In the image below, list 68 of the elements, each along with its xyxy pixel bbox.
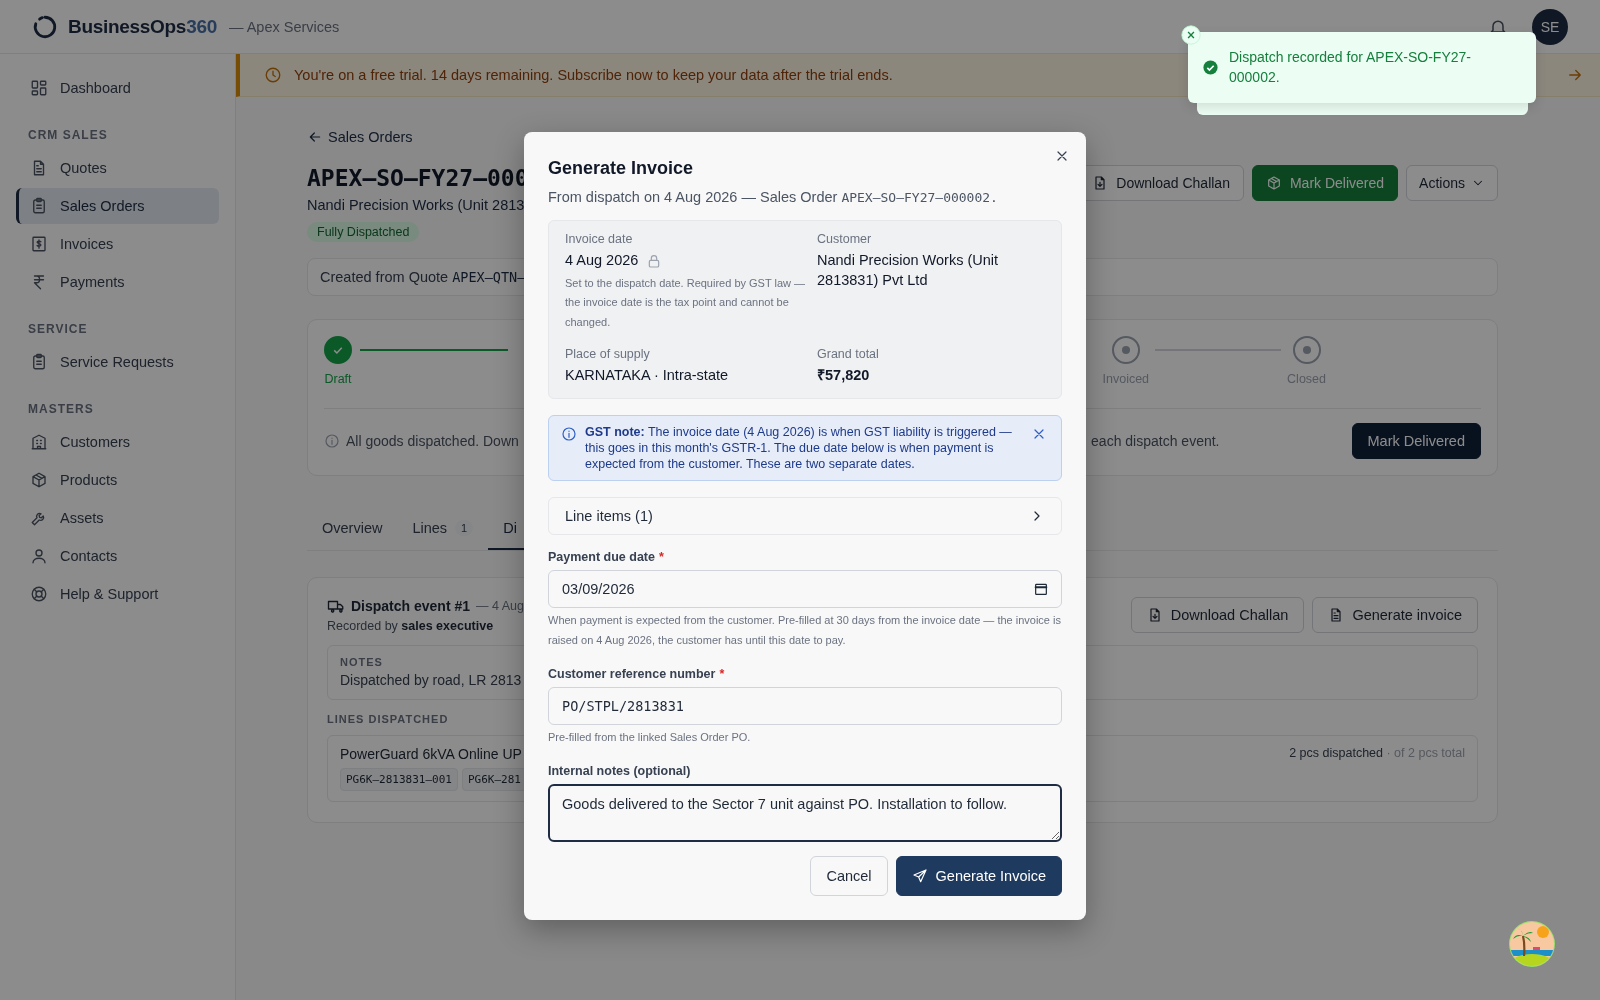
notes-label: NOTES (340, 656, 384, 668)
dispatch-action-button[interactable]: Download Challan (1130, 597, 1305, 633)
product-name: PowerGuard 6kVA Online UP (340, 746, 523, 762)
summary-value: 4 Aug 2026 (565, 251, 639, 270)
field-help: Pre-filled from the linked Sales Order PO. (548, 729, 752, 745)
summary-label: Customer (817, 232, 873, 246)
organization-name: — Apex Services (228, 18, 340, 35)
summary-value: Nandi Precision Works (Unit 2813831) Pvt Ltd (817, 251, 1000, 290)
summary-value: KARNATAKA · Intra-state (565, 365, 729, 385)
field-label: Internal notes (optional) (548, 763, 692, 778)
section-heading: CRM SALES (27, 127, 109, 144)
line-items-toggle[interactable]: Line items (1) (548, 497, 1062, 536)
notes-text: Dispatched by road, LR 2813 (340, 672, 522, 688)
toast-message: Dispatch recorded for APEX-SO-FY27-000002. (1229, 47, 1472, 87)
dispatch-date: — 4 Aug (476, 599, 524, 613)
required-mark: * (719, 666, 725, 681)
status-badge: Fully Dispatched (307, 222, 420, 242)
field-label: Payment due date * (548, 550, 665, 565)
serial-chip: PG6K–2813831–001 (340, 768, 458, 791)
sidebar-item[interactable]: Service Requests (16, 344, 219, 380)
lines-label: LINES DISPATCHED (327, 713, 450, 725)
dialog-title: Generate Invoice (548, 158, 695, 179)
source-quote-text: Created from Quote APEX–QTN– (320, 269, 526, 285)
brand-name: BusinessOps360 (68, 15, 217, 38)
tab[interactable]: Lines 1 (397, 510, 489, 550)
gst-note: GST note: The invoice date (4 Aug 2026) is when GST liability is triggered — this goes in this month's GSTR-1. The due date below is when payment is expected from the customer. These are two separate dates. (585, 423, 1013, 473)
summary-label: Place of supply (565, 346, 651, 361)
recorded-by: Recorded by sales executive (327, 619, 495, 633)
summary-label: Invoice date (565, 232, 634, 246)
sidebar-item[interactable]: Sales Orders (16, 188, 219, 224)
required-mark: * (659, 550, 664, 565)
order-number: APEX–SO–FY27–000 (307, 165, 529, 191)
summary-label: Grand total (817, 346, 880, 361)
tab[interactable]: Overview (307, 510, 398, 550)
dispatch-action-button[interactable]: Generate invoice (1312, 597, 1478, 633)
sidebar-item[interactable]: Customers (16, 424, 219, 460)
status-note: All goods dispatched. Down (346, 433, 519, 449)
customer-name: Nandi Precision Works (Unit 2813 (307, 197, 526, 213)
trial-message: You're on a free trial. 14 days remaining. Subscribe now to keep your data after the trial ends. (294, 67, 893, 83)
serial-chip: PG6K–281 (461, 768, 527, 791)
action-button[interactable]: Mark Delivered (1251, 165, 1399, 201)
generate-invoice-button[interactable]: Generate Invoice (895, 855, 1062, 896)
user-avatar[interactable]: SE (1532, 8, 1568, 45)
field-label: Customer reference number * (548, 666, 726, 681)
sidebar-item[interactable]: Invoices (16, 226, 219, 262)
sidebar-item[interactable]: Contacts (16, 538, 219, 574)
sidebar-item[interactable]: Products (16, 462, 219, 498)
section-heading: SERVICE (27, 321, 89, 338)
status-note: each dispatch event. (1091, 433, 1220, 449)
dispatch-title: Dispatch event #1 (351, 598, 471, 614)
sidebar-item[interactable]: Payments (16, 264, 219, 300)
dialog-subtitle: From dispatch on 4 Aug 2026 — Sales Order APEX–SO–FY27–000002. (548, 189, 999, 205)
cancel-button[interactable]: Cancel (810, 855, 888, 896)
sidebar-item[interactable]: Dashboard (16, 70, 219, 106)
summary-value: ₹57,820 (817, 365, 870, 385)
action-button[interactable]: Actions (1406, 165, 1498, 201)
mark-delivered-button[interactable]: Mark Delivered (1351, 423, 1481, 459)
sidebar-item[interactable]: Help & Support (16, 576, 219, 612)
notes-field[interactable]: Goods delivered to the Sector 7 unit against PO. Installation to follow. (548, 783, 1062, 842)
input-field[interactable]: 03/09/2026 (548, 570, 1062, 609)
section-heading: MASTERS (27, 401, 95, 418)
field-help: When payment is expected from the customer. Pre-filled at 30 days from the invoice date — the invoice is raised on 4 Aug 2026, the customer has until this date to pay. (548, 613, 1062, 649)
input-field[interactable]: PO/STPL/2813831 (548, 686, 1062, 725)
sidebar-item[interactable]: Quotes (16, 150, 219, 186)
step-label: Draft (324, 372, 352, 386)
summary-help: Set to the dispatch date. Required by GST law — the invoice date is the tax point and cannot be changed. (565, 275, 807, 331)
back-link[interactable]: Sales Orders (307, 129, 413, 145)
sidebar-item[interactable]: Assets (16, 500, 219, 536)
